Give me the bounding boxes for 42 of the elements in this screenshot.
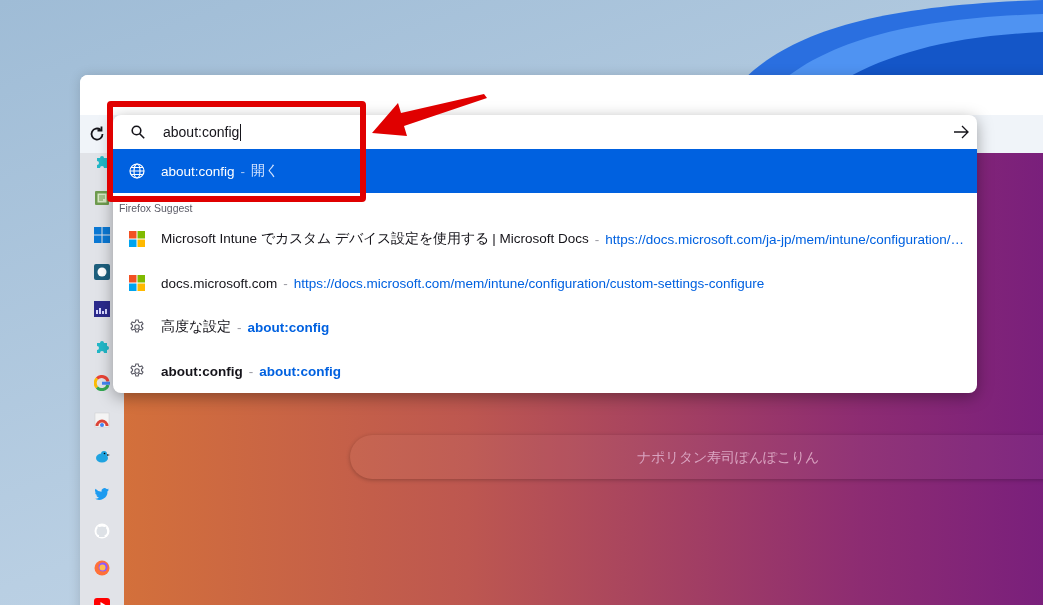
group-label: Firefox Suggest [118, 201, 194, 215]
bird-icon[interactable] [94, 486, 110, 502]
puzzle-piece-icon[interactable] [94, 153, 110, 169]
address-field[interactable]: about:config [163, 124, 240, 141]
gear-icon [129, 319, 145, 335]
notepad-icon[interactable] [94, 190, 110, 206]
puzzle-piece-icon[interactable] [94, 338, 110, 354]
result-url: about:config [259, 363, 341, 379]
separator-dash: - [240, 163, 246, 179]
gear-icon [129, 363, 145, 379]
result-url: about:config [247, 319, 330, 335]
colored-ring-icon[interactable] [94, 375, 110, 391]
go-arrow-icon[interactable] [953, 125, 969, 140]
separator-dash: - [237, 319, 242, 335]
action-label: 開く [251, 162, 280, 181]
result-url: https://docs.microsoft.com/ja-jp/mem/intune/configuration/… [605, 231, 964, 247]
result-row[interactable]: 高度な設定 - about:config [113, 305, 977, 349]
result-row[interactable]: docs.microsoft.com - https://docs.microsoft.com/mem/intune/configuration/custom-settings-configure [113, 261, 977, 305]
rainbow-arc-icon[interactable] [94, 412, 110, 428]
result-title: 高度な設定 [161, 318, 231, 336]
result-title: about:config [161, 163, 235, 179]
text-cursor [240, 123, 242, 141]
four-squares-logo-icon [129, 231, 145, 247]
four-squares-logo-icon [129, 275, 145, 291]
result-title: about:config [161, 363, 243, 379]
four-squares-logo-icon[interactable] [94, 227, 110, 243]
separator-dash: - [594, 231, 600, 247]
result-title: docs.microsoft.com [161, 275, 278, 291]
separator-dash: - [283, 275, 288, 291]
result-title: Microsoft Intune でカスタム デバイス設定を使用する | Microsoft Docs [161, 230, 589, 248]
result-url: https://docs.microsoft.com/mem/intune/configuration/custom-settings-configure [293, 275, 765, 291]
reload-icon[interactable] [88, 125, 106, 143]
result-row[interactable]: Microsoft Intune でカスタム デバイス設定を使用する | Microsoft Docs - https://docs.microsoft.com/ja-jp/mem/intune/configuration/… [113, 217, 977, 261]
result-row[interactable]: about:config - about:config [113, 349, 977, 393]
search-icon [131, 125, 145, 140]
bird-icon[interactable] [94, 449, 110, 465]
flame-globe-icon[interactable] [94, 560, 110, 576]
bar-chart-app-icon[interactable] [94, 301, 110, 317]
result-row[interactable]: about:config - 開く [113, 149, 977, 194]
circle-app-icon[interactable] [94, 264, 110, 280]
globe-icon [129, 163, 145, 180]
separator-dash: - [248, 363, 254, 379]
